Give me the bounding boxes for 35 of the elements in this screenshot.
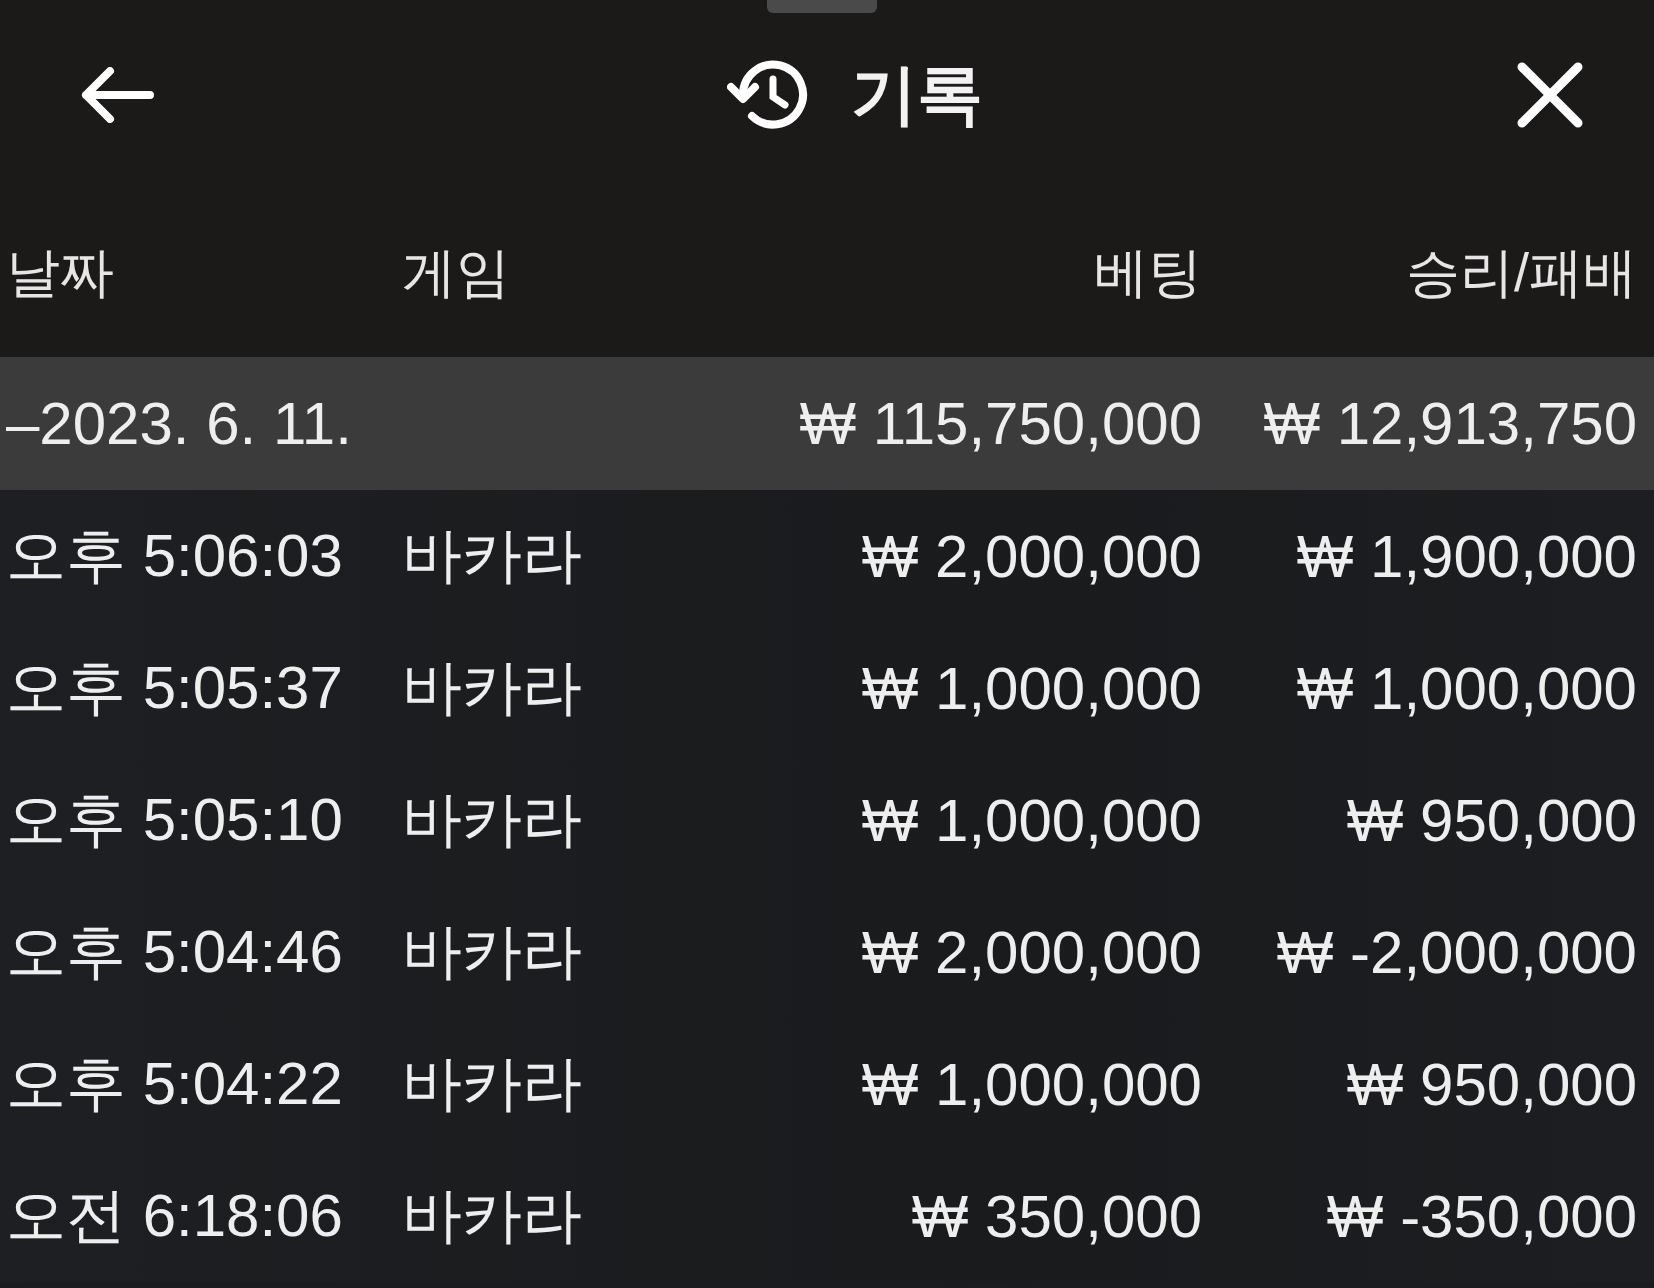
date-group-row[interactable]: –2023. 6. 11. ₩ 115,750,000 ₩ 12,913,750 (0, 357, 1654, 490)
date-column-header: 날짜 (6, 241, 115, 304)
game-column-header: 게임 (402, 241, 511, 304)
result-cell: ₩ 1,000,000 (1296, 653, 1637, 723)
bet-column-header: 베팅 (1094, 241, 1202, 304)
time-cell-text: 오후 5:05:37 (6, 652, 344, 723)
game-cell-text: 바카라 (402, 520, 583, 591)
bet-cell: ₩ 1,000,000 (861, 1049, 1202, 1119)
time-cell-text: 오후 5:05:10 (6, 784, 344, 855)
group-result-total: ₩ 12,913,750 (1263, 389, 1637, 458)
bet-cell: ₩ 350,000 (911, 1181, 1202, 1251)
result-cell: ₩ -350,000 (1326, 1181, 1637, 1251)
game-cell-text: 바카라 (402, 1048, 583, 1119)
time-cell-text: 오후 5:06:03 (6, 520, 344, 591)
drag-handle[interactable] (767, 0, 877, 13)
close-icon[interactable] (1516, 61, 1584, 129)
game-cell-text: 바카라 (402, 1180, 583, 1251)
game-cell-text: 바카라 (402, 652, 583, 723)
bet-cell: ₩ 2,000,000 (861, 521, 1202, 591)
result-cell: ₩ -2,000,000 (1276, 917, 1637, 987)
bet-cell: ₩ 1,000,000 (861, 785, 1202, 855)
time-cell-text: 오후 5:04:22 (6, 1048, 344, 1119)
time-cell-text: 오후 5:04:46 (6, 916, 344, 987)
game-cell-text: 바카라 (402, 784, 583, 855)
result-cell: ₩ 950,000 (1346, 785, 1637, 855)
group-date: –2023. 6. 11. (6, 389, 353, 458)
result-column-header: 승리/패배 (1406, 241, 1637, 304)
bet-cell: ₩ 1,000,000 (861, 653, 1202, 723)
game-cell-text: 바카라 (402, 916, 583, 987)
group-bet-total: ₩ 115,750,000 (799, 389, 1202, 458)
result-cell: ₩ 1,900,000 (1296, 521, 1637, 591)
time-cell-text: 오전 6:18:06 (6, 1180, 344, 1251)
result-cell: ₩ 950,000 (1346, 1049, 1637, 1119)
bet-cell: ₩ 2,000,000 (861, 917, 1202, 987)
screen-title: 기록 (851, 56, 983, 133)
